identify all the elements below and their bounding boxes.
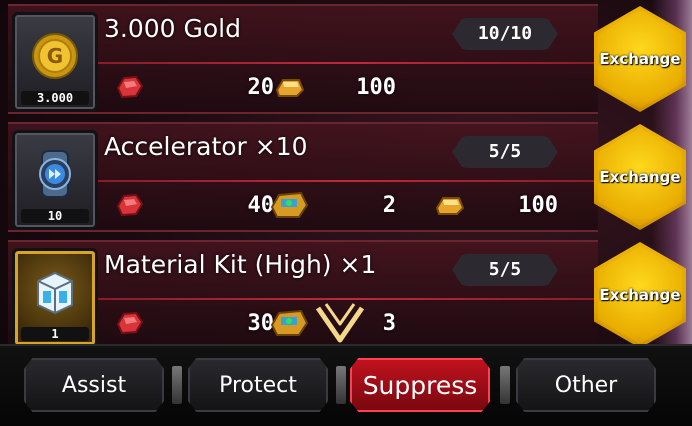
cost-jeweled-chest: 3 bbox=[268, 306, 396, 340]
cost-red-ore: 20 bbox=[112, 70, 274, 104]
shop-row-gold: G 3.000 3.000 Gold 10/10 20 100 Exchange bbox=[0, 0, 692, 118]
tab-separator bbox=[336, 366, 346, 404]
item-count: 3.000 bbox=[21, 91, 89, 105]
exchange-button-label: Exchange bbox=[599, 50, 681, 68]
exchange-button[interactable]: Exchange bbox=[594, 242, 686, 348]
tab-protect[interactable]: Protect bbox=[188, 358, 328, 412]
cost-value: 30 bbox=[247, 310, 275, 336]
cost-value: 100 bbox=[356, 74, 396, 100]
shop-row-accelerator: 10 Accelerator ×10 5/5 40 2 100 Exchange bbox=[0, 118, 692, 236]
item-title: Material Kit (High) ×1 bbox=[104, 250, 377, 279]
item-count: 10 bbox=[21, 209, 89, 223]
cost-value: 40 bbox=[247, 192, 275, 218]
jeweled-chest-icon bbox=[268, 188, 310, 222]
gold-coin-icon: G bbox=[25, 26, 85, 86]
item-slot[interactable]: 10 bbox=[12, 130, 98, 230]
shop-row-material-kit: 1 Material Kit (High) ×1 5/5 30 3 Exchan… bbox=[0, 236, 692, 354]
exchange-button-label: Exchange bbox=[599, 286, 681, 304]
cost-red-ore: 30 bbox=[112, 306, 274, 340]
cost-value: 20 bbox=[247, 74, 275, 100]
tab-separator bbox=[172, 366, 182, 404]
gold-ingot-icon bbox=[272, 70, 306, 104]
row-divider bbox=[98, 298, 598, 300]
stock-counter: 5/5 bbox=[452, 136, 558, 168]
stock-counter: 5/5 bbox=[452, 254, 558, 286]
red-ore-icon bbox=[112, 306, 146, 340]
jeweled-chest-icon bbox=[268, 306, 310, 340]
cost-value: 2 bbox=[382, 192, 396, 218]
gold-ingot-icon bbox=[432, 188, 466, 222]
cost-gold-ingot: 100 bbox=[272, 70, 396, 104]
cost-value: 100 bbox=[518, 192, 558, 218]
exchange-button[interactable]: Exchange bbox=[594, 124, 686, 230]
category-tab-bar: Assist Protect Suppress Other bbox=[0, 344, 692, 426]
row-divider bbox=[98, 62, 598, 64]
cost-value: 3 bbox=[382, 310, 396, 336]
tab-other[interactable]: Other bbox=[516, 358, 656, 412]
stock-counter: 10/10 bbox=[452, 18, 558, 50]
cost-jeweled-chest: 2 bbox=[268, 188, 396, 222]
tab-separator bbox=[500, 366, 510, 404]
tab-suppress[interactable]: Suppress bbox=[350, 358, 490, 412]
tab-assist[interactable]: Assist bbox=[24, 358, 164, 412]
item-slot[interactable]: 1 bbox=[12, 248, 98, 348]
row-divider bbox=[98, 180, 598, 182]
cost-gold-ingot: 100 bbox=[432, 188, 558, 222]
cost-red-ore: 40 bbox=[112, 188, 274, 222]
item-title: Accelerator ×10 bbox=[104, 132, 308, 161]
accelerator-icon bbox=[25, 144, 85, 204]
item-slot[interactable]: G 3.000 bbox=[12, 12, 98, 112]
exchange-button[interactable]: Exchange bbox=[594, 6, 686, 112]
svg-text:G: G bbox=[47, 44, 63, 68]
red-ore-icon bbox=[112, 188, 146, 222]
item-title: 3.000 Gold bbox=[104, 14, 241, 43]
red-ore-icon bbox=[112, 70, 146, 104]
exchange-button-label: Exchange bbox=[599, 168, 681, 186]
item-count: 1 bbox=[21, 327, 89, 341]
material-kit-icon bbox=[25, 262, 85, 322]
